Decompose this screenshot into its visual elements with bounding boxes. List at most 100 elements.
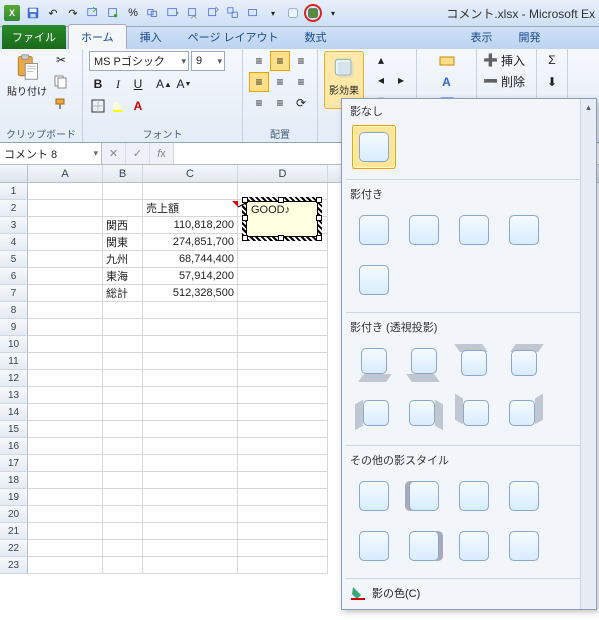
cell-B19[interactable]: [103, 489, 143, 506]
cell-C9[interactable]: [143, 319, 238, 336]
qat-dropdown-icon[interactable]: ▾: [264, 4, 282, 22]
border-button[interactable]: [89, 97, 107, 115]
cell-B1[interactable]: [103, 183, 143, 200]
shadow-style-4[interactable]: [502, 208, 546, 252]
cell-D17[interactable]: [238, 455, 328, 472]
other-shadow-2[interactable]: [402, 474, 446, 518]
cancel-fx-icon[interactable]: ✕: [102, 143, 126, 164]
cell-C13[interactable]: [143, 387, 238, 404]
row-header[interactable]: 7: [0, 285, 28, 302]
tab-developer[interactable]: 開発: [506, 24, 554, 49]
styles-item2-icon[interactable]: A: [438, 73, 456, 91]
persp-shadow-1[interactable]: [352, 341, 396, 385]
cell-A21[interactable]: [28, 523, 103, 540]
cell-B9[interactable]: [103, 319, 143, 336]
insert-cells-button[interactable]: ➕ 挿入: [483, 51, 525, 69]
cell-D21[interactable]: [238, 523, 328, 540]
enter-fx-icon[interactable]: ✓: [126, 143, 150, 164]
cell-B7[interactable]: 総計: [103, 285, 143, 302]
cell-D7[interactable]: [238, 285, 328, 302]
styles-item1-icon[interactable]: [438, 51, 456, 69]
cell-D8[interactable]: [238, 302, 328, 319]
tab-insert[interactable]: 挿入: [127, 24, 175, 49]
cell-B21[interactable]: [103, 523, 143, 540]
row-header[interactable]: 17: [0, 455, 28, 472]
cell-C16[interactable]: [143, 438, 238, 455]
col-header-C[interactable]: C: [143, 165, 238, 182]
grow-font-button[interactable]: A▲: [155, 75, 173, 93]
shadow-color-menu[interactable]: 影の色(C) ▸: [342, 581, 596, 605]
name-box[interactable]: コメント 8: [0, 143, 102, 164]
qat-icon-7[interactable]: [204, 4, 222, 22]
align-top-right[interactable]: ≡: [291, 51, 311, 71]
cell-D11[interactable]: [238, 353, 328, 370]
align-top-left[interactable]: ≡: [249, 51, 269, 71]
persp-shadow-4[interactable]: [502, 341, 546, 385]
row-header[interactable]: 19: [0, 489, 28, 506]
cell-A16[interactable]: [28, 438, 103, 455]
fx-icon[interactable]: fx: [150, 143, 174, 164]
cell-A9[interactable]: [28, 319, 103, 336]
row-header[interactable]: 11: [0, 353, 28, 370]
comment-box[interactable]: GOOD♪: [246, 201, 318, 237]
cell-B11[interactable]: [103, 353, 143, 370]
cell-C4[interactable]: 274,851,700: [143, 234, 238, 251]
persp-shadow-3[interactable]: [452, 341, 496, 385]
cell-B20[interactable]: [103, 506, 143, 523]
cell-C19[interactable]: [143, 489, 238, 506]
font-name-select[interactable]: MS Pゴシック: [89, 51, 189, 71]
cell-D20[interactable]: [238, 506, 328, 523]
font-size-select[interactable]: 9: [191, 51, 225, 71]
fill-color-button[interactable]: [109, 97, 127, 115]
cell-C23[interactable]: [143, 557, 238, 574]
cell-A17[interactable]: [28, 455, 103, 472]
qat-icon-2[interactable]: [104, 4, 122, 22]
cell-D13[interactable]: [238, 387, 328, 404]
row-header[interactable]: 14: [0, 404, 28, 421]
cell-D16[interactable]: [238, 438, 328, 455]
orientation-button[interactable]: ⟳: [291, 93, 311, 113]
cell-C12[interactable]: [143, 370, 238, 387]
tab-file[interactable]: ファイル: [2, 25, 66, 49]
cell-A2[interactable]: [28, 200, 103, 217]
persp-shadow-2[interactable]: [402, 341, 446, 385]
cell-A19[interactable]: [28, 489, 103, 506]
row-header[interactable]: 12: [0, 370, 28, 387]
row-header[interactable]: 23: [0, 557, 28, 574]
cell-B6[interactable]: 東海: [103, 268, 143, 285]
qat-dropdown2-icon[interactable]: ▾: [324, 4, 342, 22]
tab-home[interactable]: ホーム: [68, 24, 127, 49]
cell-C3[interactable]: 110,818,200: [143, 217, 238, 234]
align-top-center[interactable]: ≡: [270, 51, 290, 71]
cell-D18[interactable]: [238, 472, 328, 489]
row-header[interactable]: 21: [0, 523, 28, 540]
other-shadow-4[interactable]: [502, 474, 546, 518]
other-shadow-7[interactable]: [452, 524, 496, 568]
cut-icon[interactable]: ✂: [52, 51, 70, 69]
cell-B16[interactable]: [103, 438, 143, 455]
nudge-right-icon[interactable]: ▸: [392, 71, 410, 89]
cell-B23[interactable]: [103, 557, 143, 574]
cell-A1[interactable]: [28, 183, 103, 200]
cell-A23[interactable]: [28, 557, 103, 574]
cell-C15[interactable]: [143, 421, 238, 438]
shadow-style-3[interactable]: [452, 208, 496, 252]
cell-B15[interactable]: [103, 421, 143, 438]
cell-A5[interactable]: [28, 251, 103, 268]
font-color-button[interactable]: A: [129, 97, 147, 115]
cell-A10[interactable]: [28, 336, 103, 353]
row-header[interactable]: 8: [0, 302, 28, 319]
col-header-D[interactable]: D: [238, 165, 328, 182]
qat-icon-10[interactable]: [284, 4, 302, 22]
cell-A7[interactable]: [28, 285, 103, 302]
redo-icon[interactable]: ↷: [64, 4, 82, 22]
cell-B10[interactable]: [103, 336, 143, 353]
row-header[interactable]: 13: [0, 387, 28, 404]
cell-C6[interactable]: 57,914,200: [143, 268, 238, 285]
cell-C17[interactable]: [143, 455, 238, 472]
copy-icon[interactable]: [52, 73, 70, 91]
delete-cells-button[interactable]: ➖ 削除: [483, 72, 525, 90]
tab-view[interactable]: 表示: [458, 24, 506, 49]
row-header[interactable]: 20: [0, 506, 28, 523]
bold-button[interactable]: B: [89, 75, 107, 93]
